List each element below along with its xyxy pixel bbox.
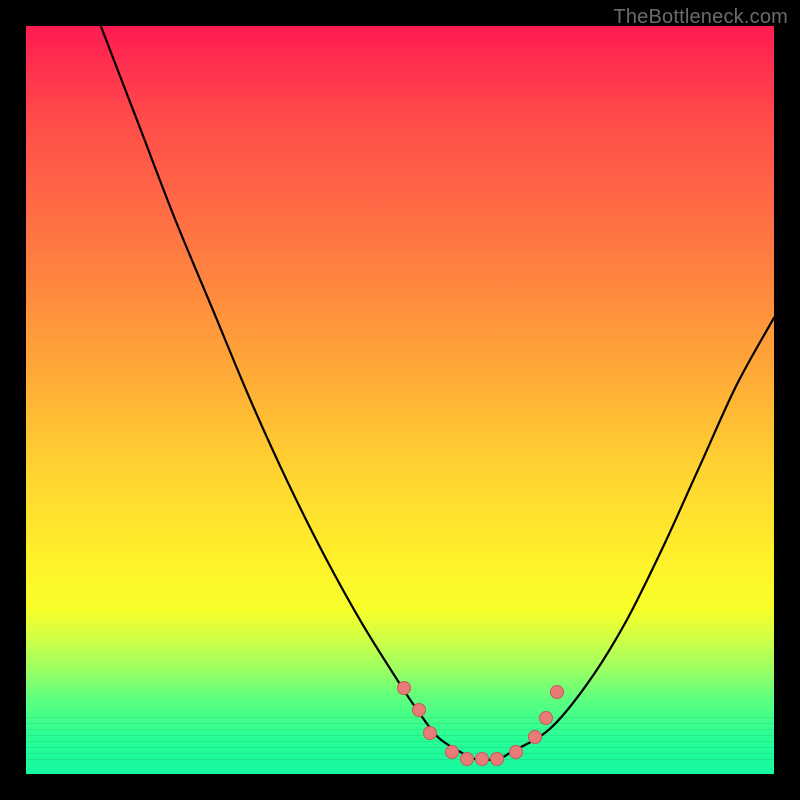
fit-point: [423, 726, 437, 740]
fit-point: [397, 681, 411, 695]
fit-points-layer: [26, 26, 774, 774]
fit-point: [475, 752, 489, 766]
fit-point: [460, 752, 474, 766]
fit-point: [412, 703, 426, 717]
fit-point: [528, 730, 542, 744]
watermark-text: TheBottleneck.com: [613, 6, 788, 29]
fit-point: [490, 752, 504, 766]
fit-point: [509, 745, 523, 759]
fit-point: [539, 711, 553, 725]
chart-frame: [26, 26, 774, 774]
fit-point: [445, 745, 459, 759]
fit-point: [550, 685, 564, 699]
